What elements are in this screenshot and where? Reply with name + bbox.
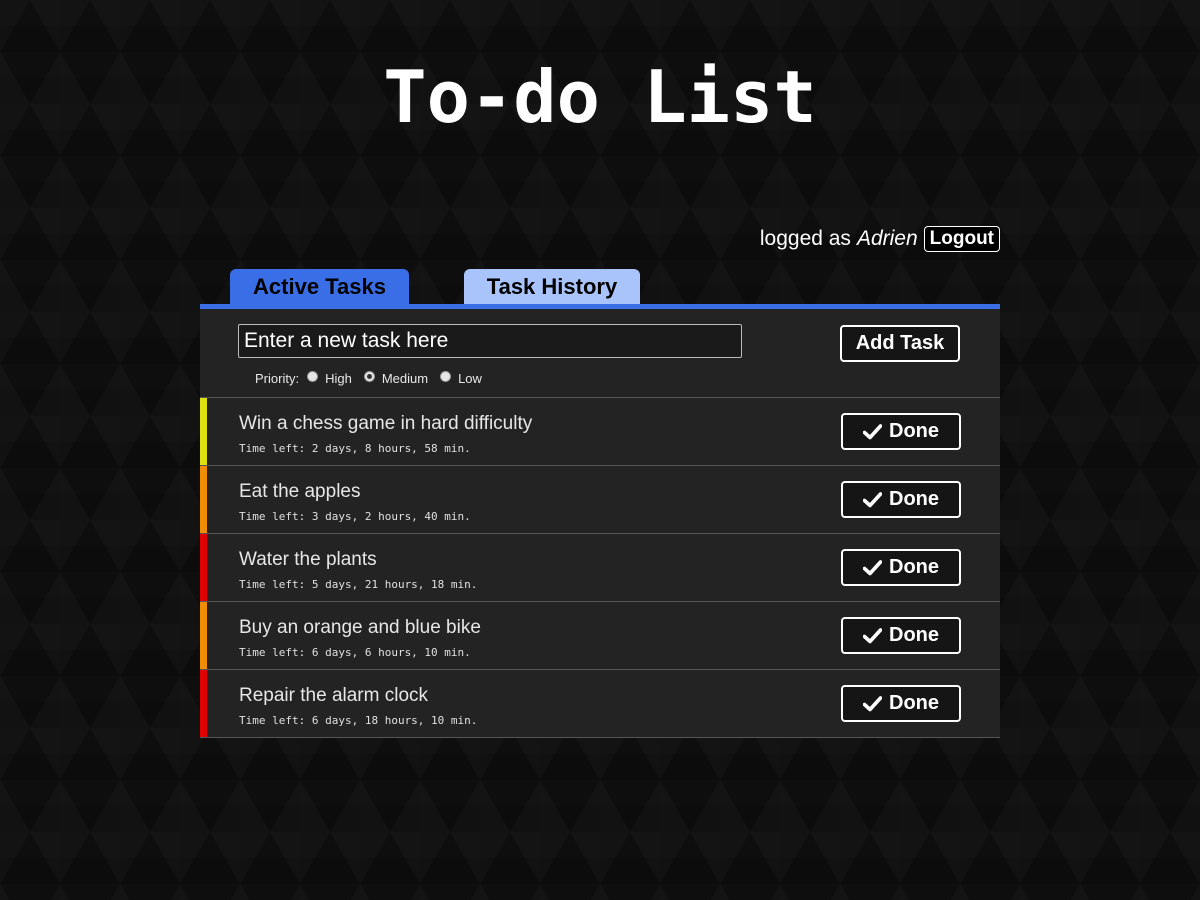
done-label: Done — [889, 556, 939, 578]
task-name: Eat the apples — [239, 481, 361, 502]
done-button[interactable]: Done — [841, 413, 961, 450]
priority-indicator — [200, 398, 207, 465]
task-name: Repair the alarm clock — [239, 685, 429, 706]
priority-indicator — [200, 466, 207, 533]
task-time-left: Time left: 6 days, 6 hours, 10 min. — [239, 646, 471, 659]
done-button[interactable]: Done — [841, 685, 961, 722]
check-icon — [863, 491, 882, 508]
priority-indicator — [200, 602, 207, 669]
done-label: Done — [889, 488, 939, 510]
priority-medium-label[interactable]: Medium — [382, 371, 428, 386]
priority-low-label[interactable]: Low — [458, 371, 482, 386]
add-task-button[interactable]: Add Task — [840, 325, 960, 362]
done-label: Done — [889, 420, 939, 442]
task-time-left: Time left: 3 days, 2 hours, 40 min. — [239, 510, 471, 523]
tasks-panel: Add Task Priority: High Medium Low Win a… — [200, 304, 1000, 738]
task-row: Repair the alarm clock Time left: 6 days… — [200, 670, 1000, 738]
task-time-left: Time left: 6 days, 18 hours, 10 min. — [239, 714, 478, 727]
page-title: To-do List — [383, 55, 817, 139]
tab-active-tasks[interactable]: Active Tasks — [230, 269, 409, 304]
username: Adrien — [856, 227, 918, 250]
check-icon — [863, 559, 882, 576]
task-time-left: Time left: 2 days, 8 hours, 58 min. — [239, 442, 471, 455]
task-row: Buy an orange and blue bike Time left: 6… — [200, 602, 1000, 670]
done-label: Done — [889, 692, 939, 714]
tab-task-history[interactable]: Task History — [464, 269, 640, 304]
done-button[interactable]: Done — [841, 549, 961, 586]
task-name: Buy an orange and blue bike — [239, 617, 481, 638]
task-row: Water the plants Time left: 5 days, 21 h… — [200, 534, 1000, 602]
done-button[interactable]: Done — [841, 617, 961, 654]
task-row: Eat the apples Time left: 3 days, 2 hour… — [200, 466, 1000, 534]
priority-high-radio[interactable] — [307, 371, 319, 382]
priority-medium-radio[interactable] — [363, 371, 375, 382]
tab-bar: Active Tasks Task History — [230, 269, 640, 304]
check-icon — [863, 627, 882, 644]
new-task-input[interactable] — [238, 324, 742, 358]
priority-selector: Priority: High Medium Low — [255, 371, 494, 386]
logout-button[interactable]: Logout — [923, 226, 1000, 252]
done-label: Done — [889, 624, 939, 646]
priority-label: Priority: — [255, 371, 300, 386]
logged-as-label: logged as — [759, 227, 851, 250]
task-name: Water the plants — [239, 549, 377, 570]
priority-indicator — [200, 534, 207, 601]
task-name: Win a chess game in hard difficulty — [239, 413, 533, 434]
priority-high-label[interactable]: High — [325, 371, 352, 386]
task-time-left: Time left: 5 days, 21 hours, 18 min. — [239, 578, 478, 591]
task-row: Win a chess game in hard difficulty Time… — [200, 398, 1000, 466]
done-button[interactable]: Done — [841, 481, 961, 518]
check-icon — [863, 695, 882, 712]
check-icon — [863, 423, 882, 440]
user-bar: logged as Adrien Logout — [760, 226, 1000, 252]
priority-low-radio[interactable] — [440, 371, 452, 382]
priority-indicator — [200, 670, 207, 737]
new-task-form: Add Task Priority: High Medium Low — [200, 309, 1000, 398]
